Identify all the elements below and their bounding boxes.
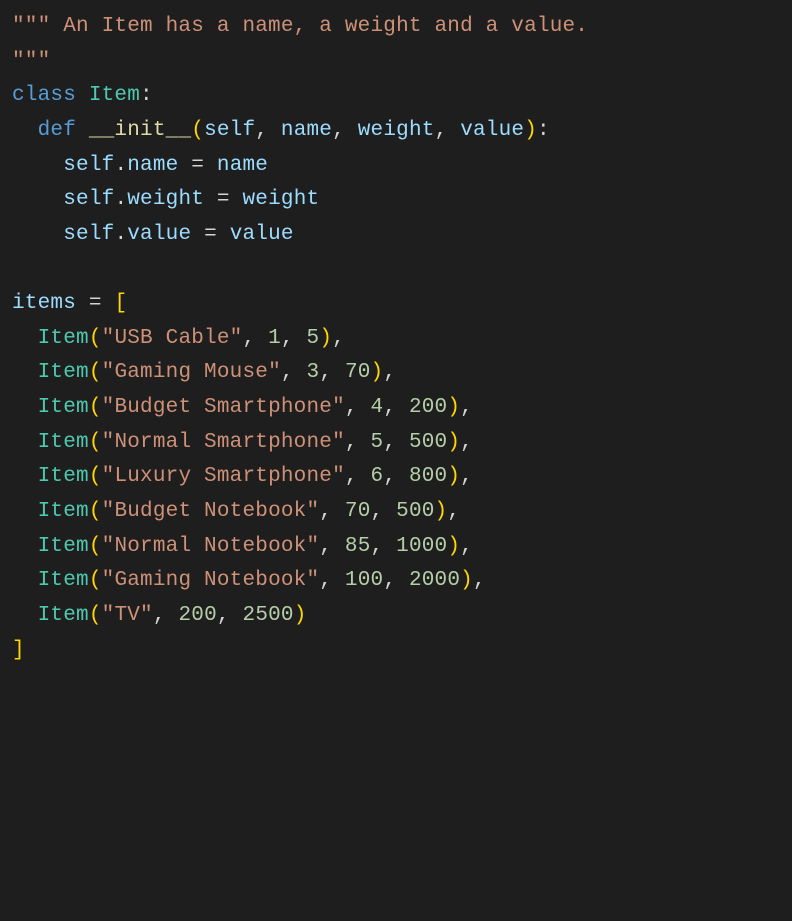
item-6-v: 1000 (396, 535, 447, 558)
item-7-w: 100 (345, 569, 383, 592)
item-3-name: "Normal Smartphone" (102, 431, 345, 454)
item-6-w: 85 (345, 535, 371, 558)
item-ctor: Item (38, 327, 89, 350)
item-ctor: Item (38, 604, 89, 627)
item-ctor: Item (38, 569, 89, 592)
item-ctor: Item (38, 396, 89, 419)
item-4-name: "Luxury Smartphone" (102, 465, 345, 488)
item-0-v: 5 (307, 327, 320, 350)
items-var: items (12, 292, 76, 315)
param-self: self (204, 119, 255, 142)
item-8-w: 200 (178, 604, 216, 627)
self-ref: self (63, 223, 114, 246)
item-0-name: "USB Cable" (102, 327, 243, 350)
item-ctor: Item (38, 500, 89, 523)
item-5-w: 70 (345, 500, 371, 523)
item-8-name: "TV" (102, 604, 153, 627)
class-keyword: class (12, 84, 76, 107)
attr-name: name (127, 154, 178, 177)
attr-weight: weight (127, 188, 204, 211)
item-0-w: 1 (268, 327, 281, 350)
rhs-value: value (230, 223, 294, 246)
item-7-v: 2000 (409, 569, 460, 592)
item-2-name: "Budget Smartphone" (102, 396, 345, 419)
item-2-v: 200 (409, 396, 447, 419)
item-6-name: "Normal Notebook" (102, 535, 320, 558)
item-5-name: "Budget Notebook" (102, 500, 320, 523)
item-3-v: 500 (409, 431, 447, 454)
self-ref: self (63, 154, 114, 177)
param-name: name (281, 119, 332, 142)
item-1-w: 3 (307, 361, 320, 384)
item-ctor: Item (38, 431, 89, 454)
param-weight: weight (358, 119, 435, 142)
self-ref: self (63, 188, 114, 211)
rhs-weight: weight (243, 188, 320, 211)
docstring-q1: """ (12, 15, 50, 38)
code-block: """ An Item has a name, a weight and a v… (12, 10, 780, 668)
item-1-name: "Gaming Mouse" (102, 361, 281, 384)
init-name: __init__ (89, 119, 191, 142)
rhs-name: name (217, 154, 268, 177)
docstring-q2: """ (12, 50, 50, 73)
item-8-v: 2500 (243, 604, 294, 627)
item-4-v: 800 (409, 465, 447, 488)
item-ctor: Item (38, 535, 89, 558)
item-ctor: Item (38, 361, 89, 384)
item-7-name: "Gaming Notebook" (102, 569, 320, 592)
item-3-w: 5 (371, 431, 384, 454)
def-keyword: def (38, 119, 76, 142)
item-ctor: Item (38, 465, 89, 488)
item-1-v: 70 (345, 361, 371, 384)
attr-value: value (127, 223, 191, 246)
item-5-v: 500 (396, 500, 434, 523)
item-2-w: 4 (371, 396, 384, 419)
item-4-w: 6 (371, 465, 384, 488)
docstring-text: An Item has a name, a weight and a value… (63, 15, 588, 38)
class-name: Item (89, 84, 140, 107)
param-value: value (460, 119, 524, 142)
